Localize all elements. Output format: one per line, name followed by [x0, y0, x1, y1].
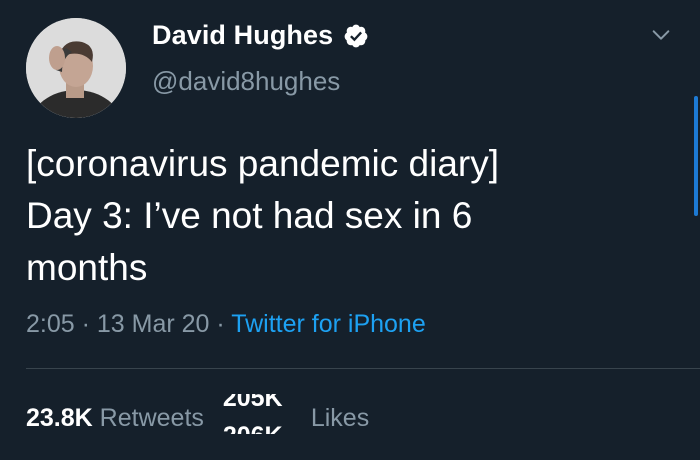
- retweets-label[interactable]: Retweets: [100, 404, 204, 432]
- tweet-text: [coronavirus pandemic diary] Day 3: I’ve…: [26, 138, 666, 294]
- source-link[interactable]: Twitter for iPhone: [231, 310, 426, 338]
- divider: [26, 368, 700, 369]
- profile-photo-icon: [26, 18, 126, 118]
- likes-count[interactable]: 205K 206K: [221, 394, 305, 434]
- verified-badge-icon: [344, 24, 368, 47]
- tweet-stats: 23.8K Retweets 205K 206K Likes: [26, 394, 369, 434]
- tweet-text-line: months: [26, 247, 148, 288]
- likes-label[interactable]: Likes: [311, 404, 369, 432]
- likes-count-next: 206K: [223, 424, 283, 435]
- scrollbar[interactable]: [694, 96, 698, 216]
- author-handle[interactable]: @david8hughes: [152, 66, 340, 97]
- retweets-count[interactable]: 23.8K: [26, 404, 93, 432]
- tweet-text-line: [coronavirus pandemic diary]: [26, 143, 499, 184]
- avatar[interactable]: [26, 18, 126, 118]
- likes-count-rolling: 205K: [222, 394, 283, 412]
- author-row[interactable]: David Hughes: [152, 20, 369, 51]
- chevron-down-icon[interactable]: [650, 24, 672, 46]
- timestamp[interactable]: 2:05 · 13 Mar 20 ·: [26, 310, 231, 338]
- tweet-meta: 2:05 · 13 Mar 20 · Twitter for iPhone: [26, 310, 426, 339]
- tweet-text-line: Day 3: I’ve not had sex in 6: [26, 195, 473, 236]
- author-display-name[interactable]: David Hughes: [152, 20, 333, 51]
